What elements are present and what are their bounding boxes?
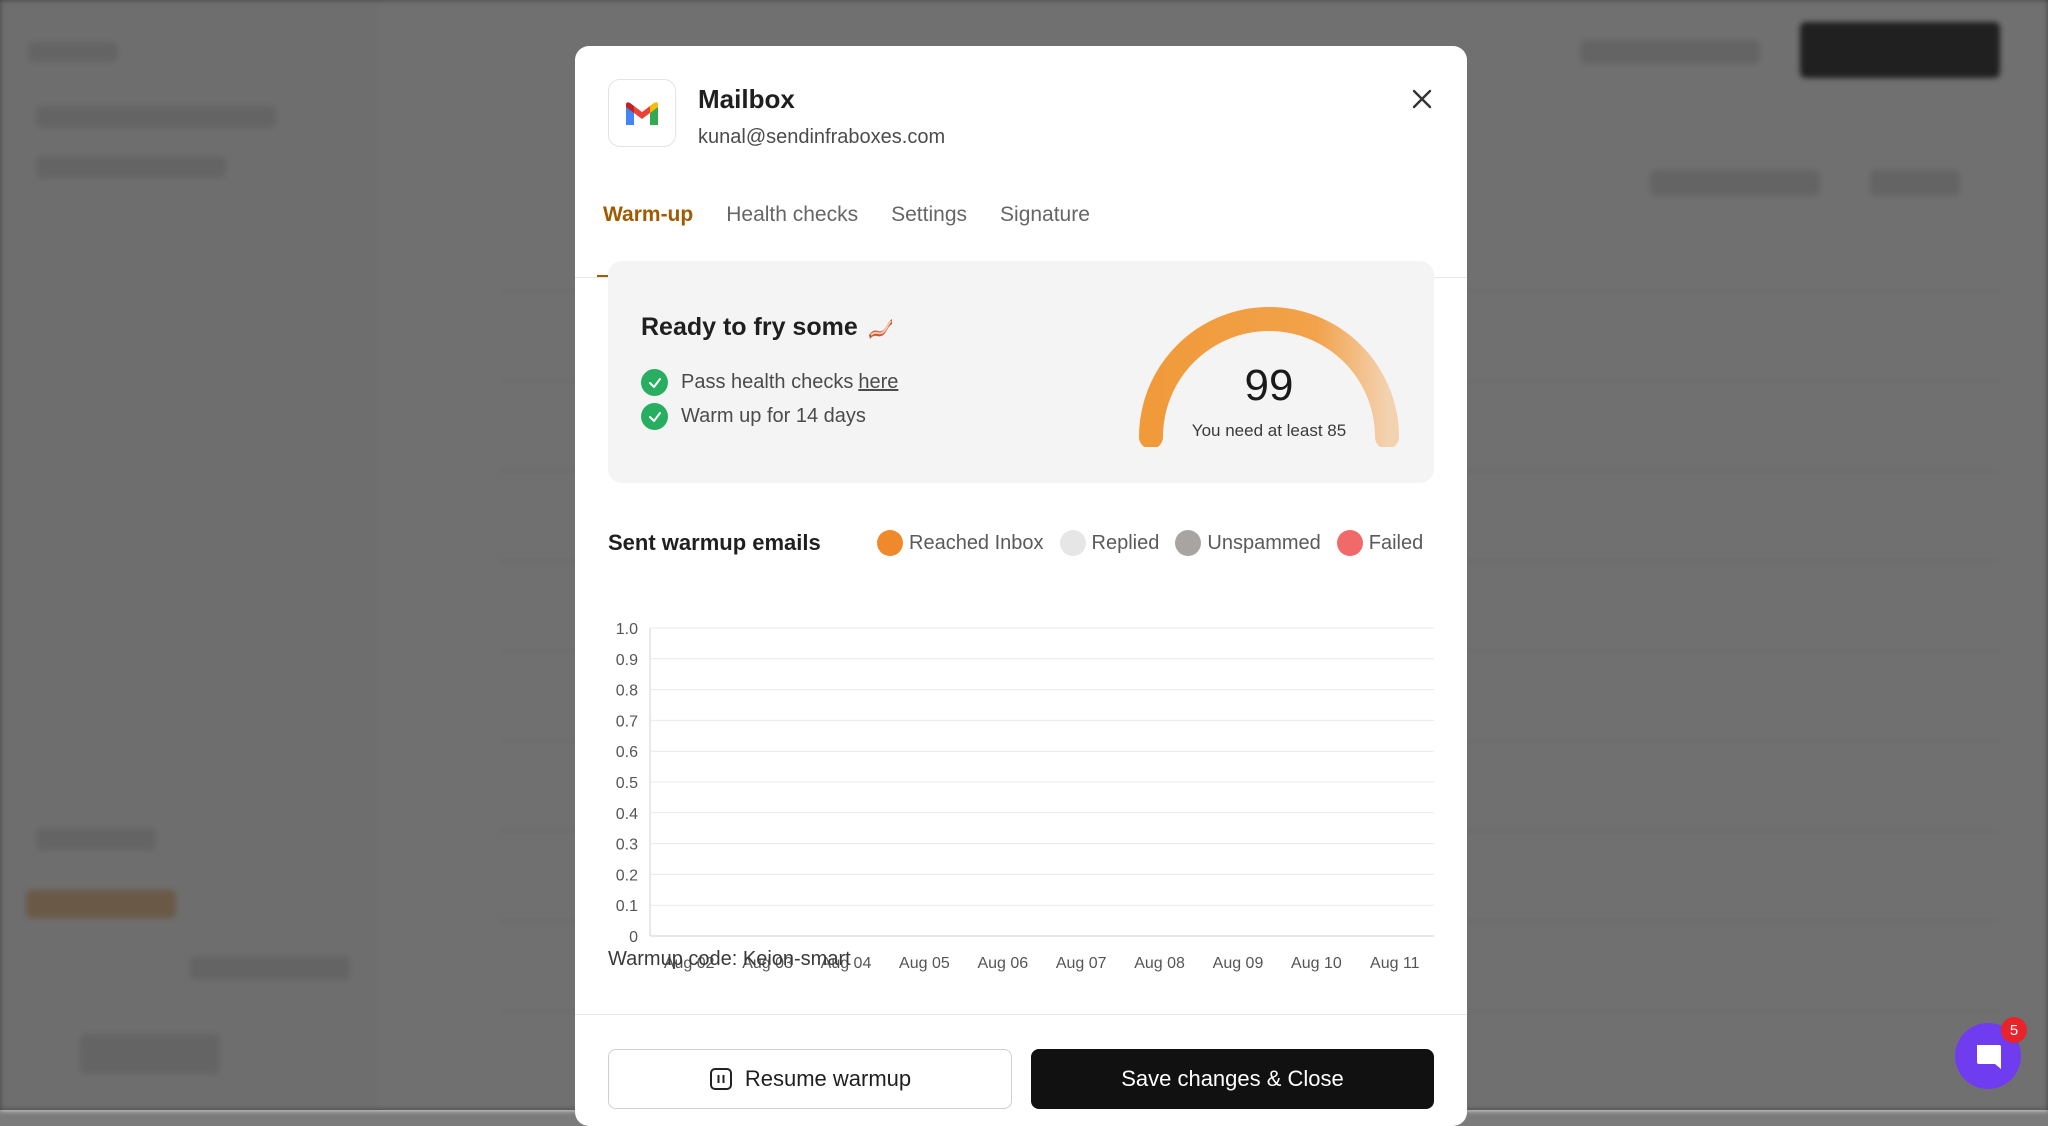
chat-icon [1977,1045,2001,1069]
gmail-icon [626,102,658,125]
gmail-logo [608,79,676,147]
legend-label-replied: Replied [1091,531,1160,554]
y-tick-label: 1.0 [616,621,638,638]
warmup-score-caption: You need at least 85 [1191,421,1347,440]
check-health: Pass health checks here [641,369,898,396]
y-tick-label: 0.4 [616,806,638,823]
chart-legend: Reached Inbox Replied Unspammed Failed [877,530,1439,556]
legend-item-reached-inbox[interactable]: Reached Inbox [877,530,1044,556]
close-icon [1412,89,1432,109]
legend-label-failed: Failed [1368,531,1424,554]
pause-icon [709,1068,732,1090]
legend-label-reached-inbox: Reached Inbox [909,531,1044,554]
check-icon [641,369,668,396]
x-tick-label: Aug 09 [1213,955,1264,972]
check-warmup-text: Warm up for 14 days [681,405,866,427]
x-tick-label: Aug 11 [1370,955,1420,972]
bacon-icon [868,318,892,339]
x-tick-label: Aug 07 [1056,955,1107,972]
x-tick-label: Aug 06 [977,955,1028,972]
y-tick-label: 0.3 [616,837,638,854]
warmup-code: Warmup code: Keion-smart [608,948,851,970]
y-tick-label: 0.5 [616,775,638,792]
footer-divider [575,1014,1467,1015]
close-button[interactable] [1403,80,1441,118]
readiness-title-text: Ready to fry some [641,313,858,341]
y-tick-label: 0.6 [616,744,638,761]
x-tick-label: Aug 10 [1291,955,1342,972]
check-health-text: Pass health checks [681,371,854,393]
resume-warmup-label: Resume warmup [744,1066,912,1091]
resume-warmup-button[interactable]: Resume warmup [608,1049,1012,1109]
legend-dot-reached-inbox [877,530,903,556]
health-checks-link[interactable]: here [858,371,898,394]
legend-dot-failed [1336,530,1363,556]
mailbox-title: Mailbox [698,84,795,114]
legend-dot-replied [1059,530,1086,556]
legend-dot-unspammed [1175,530,1202,556]
legend-item-replied[interactable]: Replied [1059,530,1160,556]
mailbox-email: kunal@sendinfraboxes.com [698,126,946,148]
chart-title: Sent warmup emails [608,530,821,555]
x-tick-label: Aug 08 [1134,955,1185,972]
sent-warmup-chart: 00.10.20.30.40.50.60.70.80.91.0Aug 02 Aug… [616,621,1434,972]
x-tick-label: Aug 05 [899,955,950,972]
legend-label-unspammed: Unspammed [1207,531,1321,554]
y-tick-label: 0 [629,929,638,946]
legend-item-failed[interactable]: Failed [1336,530,1424,556]
chat-notification-badge: 5 [2001,1017,2027,1043]
y-tick-label: 0.7 [616,713,638,730]
save-and-close-button[interactable]: Save changes & Close [1031,1049,1434,1109]
readiness-title: Ready to fry some [641,313,894,342]
legend-item-unspammed[interactable]: Unspammed [1175,530,1321,556]
y-tick-label: 0.2 [616,867,638,884]
check-warmup: Warm up for 14 days [641,403,866,430]
mailbox-modal: Mailbox kunal@sendinfraboxes.com Warm-up… [575,46,1467,1126]
y-tick-label: 0.9 [616,652,638,669]
readiness-card: Ready to fry some Pass health checks her… [608,261,1434,483]
check-icon [641,403,668,430]
warmup-score: 99 [1244,361,1294,410]
y-tick-label: 0.1 [616,898,638,915]
y-tick-label: 0.8 [616,683,638,700]
